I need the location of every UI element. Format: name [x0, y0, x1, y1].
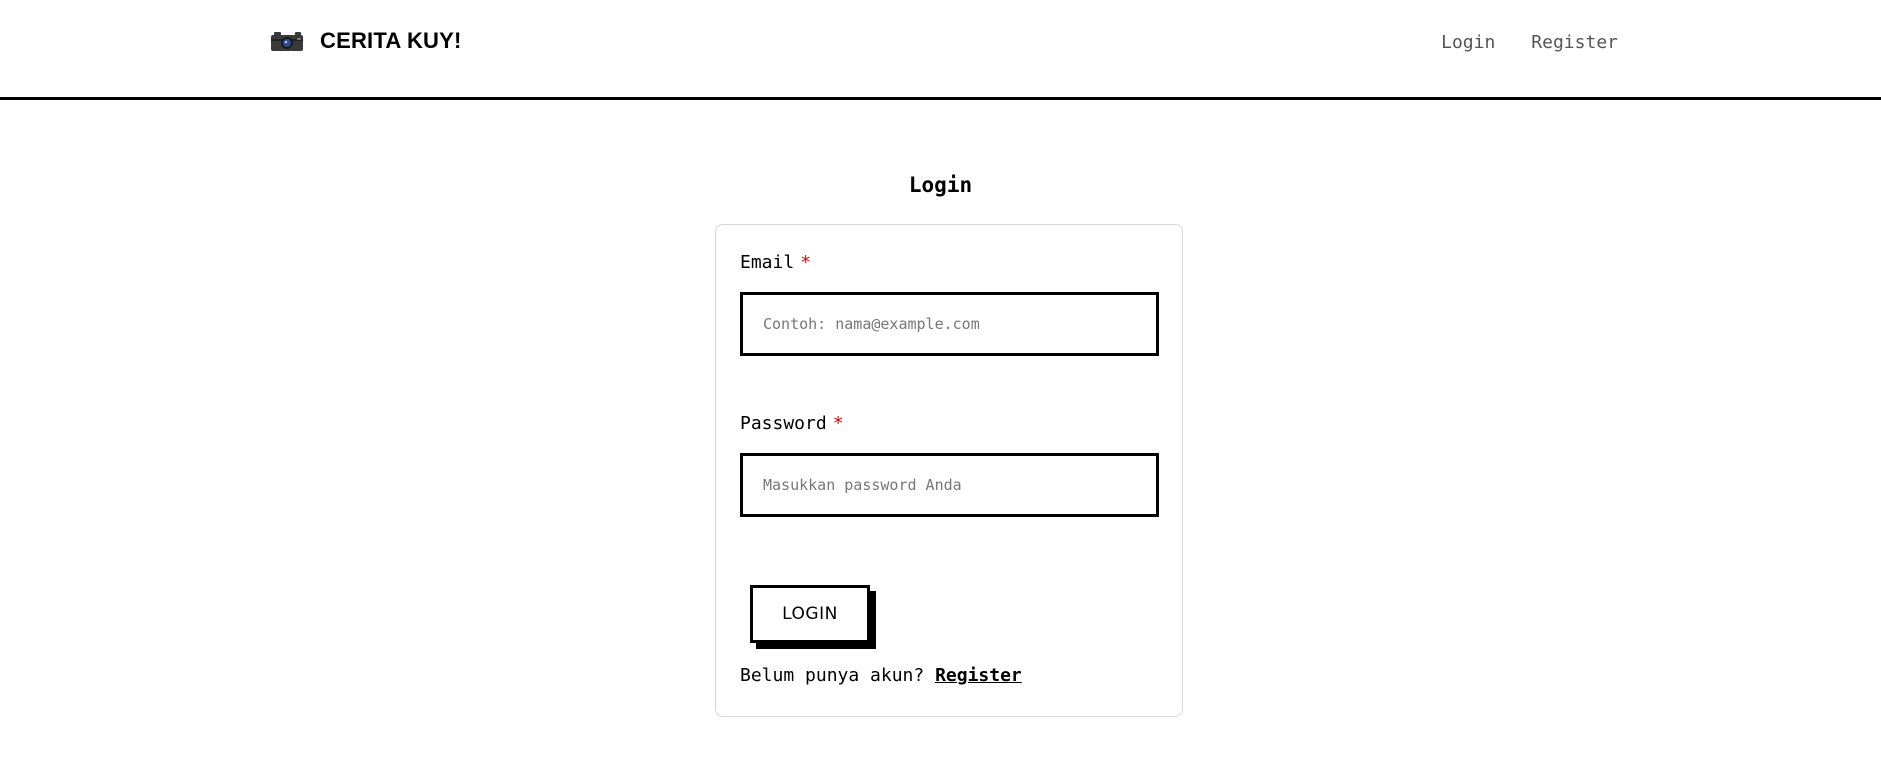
main-content: Login Email* Password* LOGIN Belum punya…	[0, 100, 1881, 779]
top-nav: Login Register	[1441, 32, 1618, 53]
email-label: Email *	[740, 252, 811, 273]
password-label-text: Password	[740, 413, 827, 434]
page-title: Login	[908, 173, 973, 197]
login-button[interactable]: LOGIN	[750, 585, 870, 643]
password-required-mark: *	[832, 413, 844, 434]
password-label: Password *	[740, 413, 844, 434]
register-link[interactable]: Register	[935, 665, 1022, 686]
brand-link[interactable]: CERITA KUY!	[270, 28, 462, 54]
register-prompt: Belum punya akun? Register	[740, 665, 1022, 686]
nav-login-link[interactable]: Login	[1441, 32, 1495, 53]
email-label-text: Email	[740, 252, 795, 273]
password-input[interactable]	[740, 453, 1159, 517]
nav-register-link[interactable]: Register	[1531, 32, 1618, 53]
brand-title: CERITA KUY!	[320, 28, 462, 53]
email-required-mark: *	[800, 252, 812, 273]
site-header: CERITA KUY! Login Register	[0, 0, 1881, 100]
email-input[interactable]	[740, 292, 1159, 356]
login-form: Email* Password* LOGIN Belum punya akun?…	[715, 224, 1183, 717]
register-prompt-text: Belum punya akun?	[740, 665, 925, 686]
camera-icon	[270, 30, 304, 52]
